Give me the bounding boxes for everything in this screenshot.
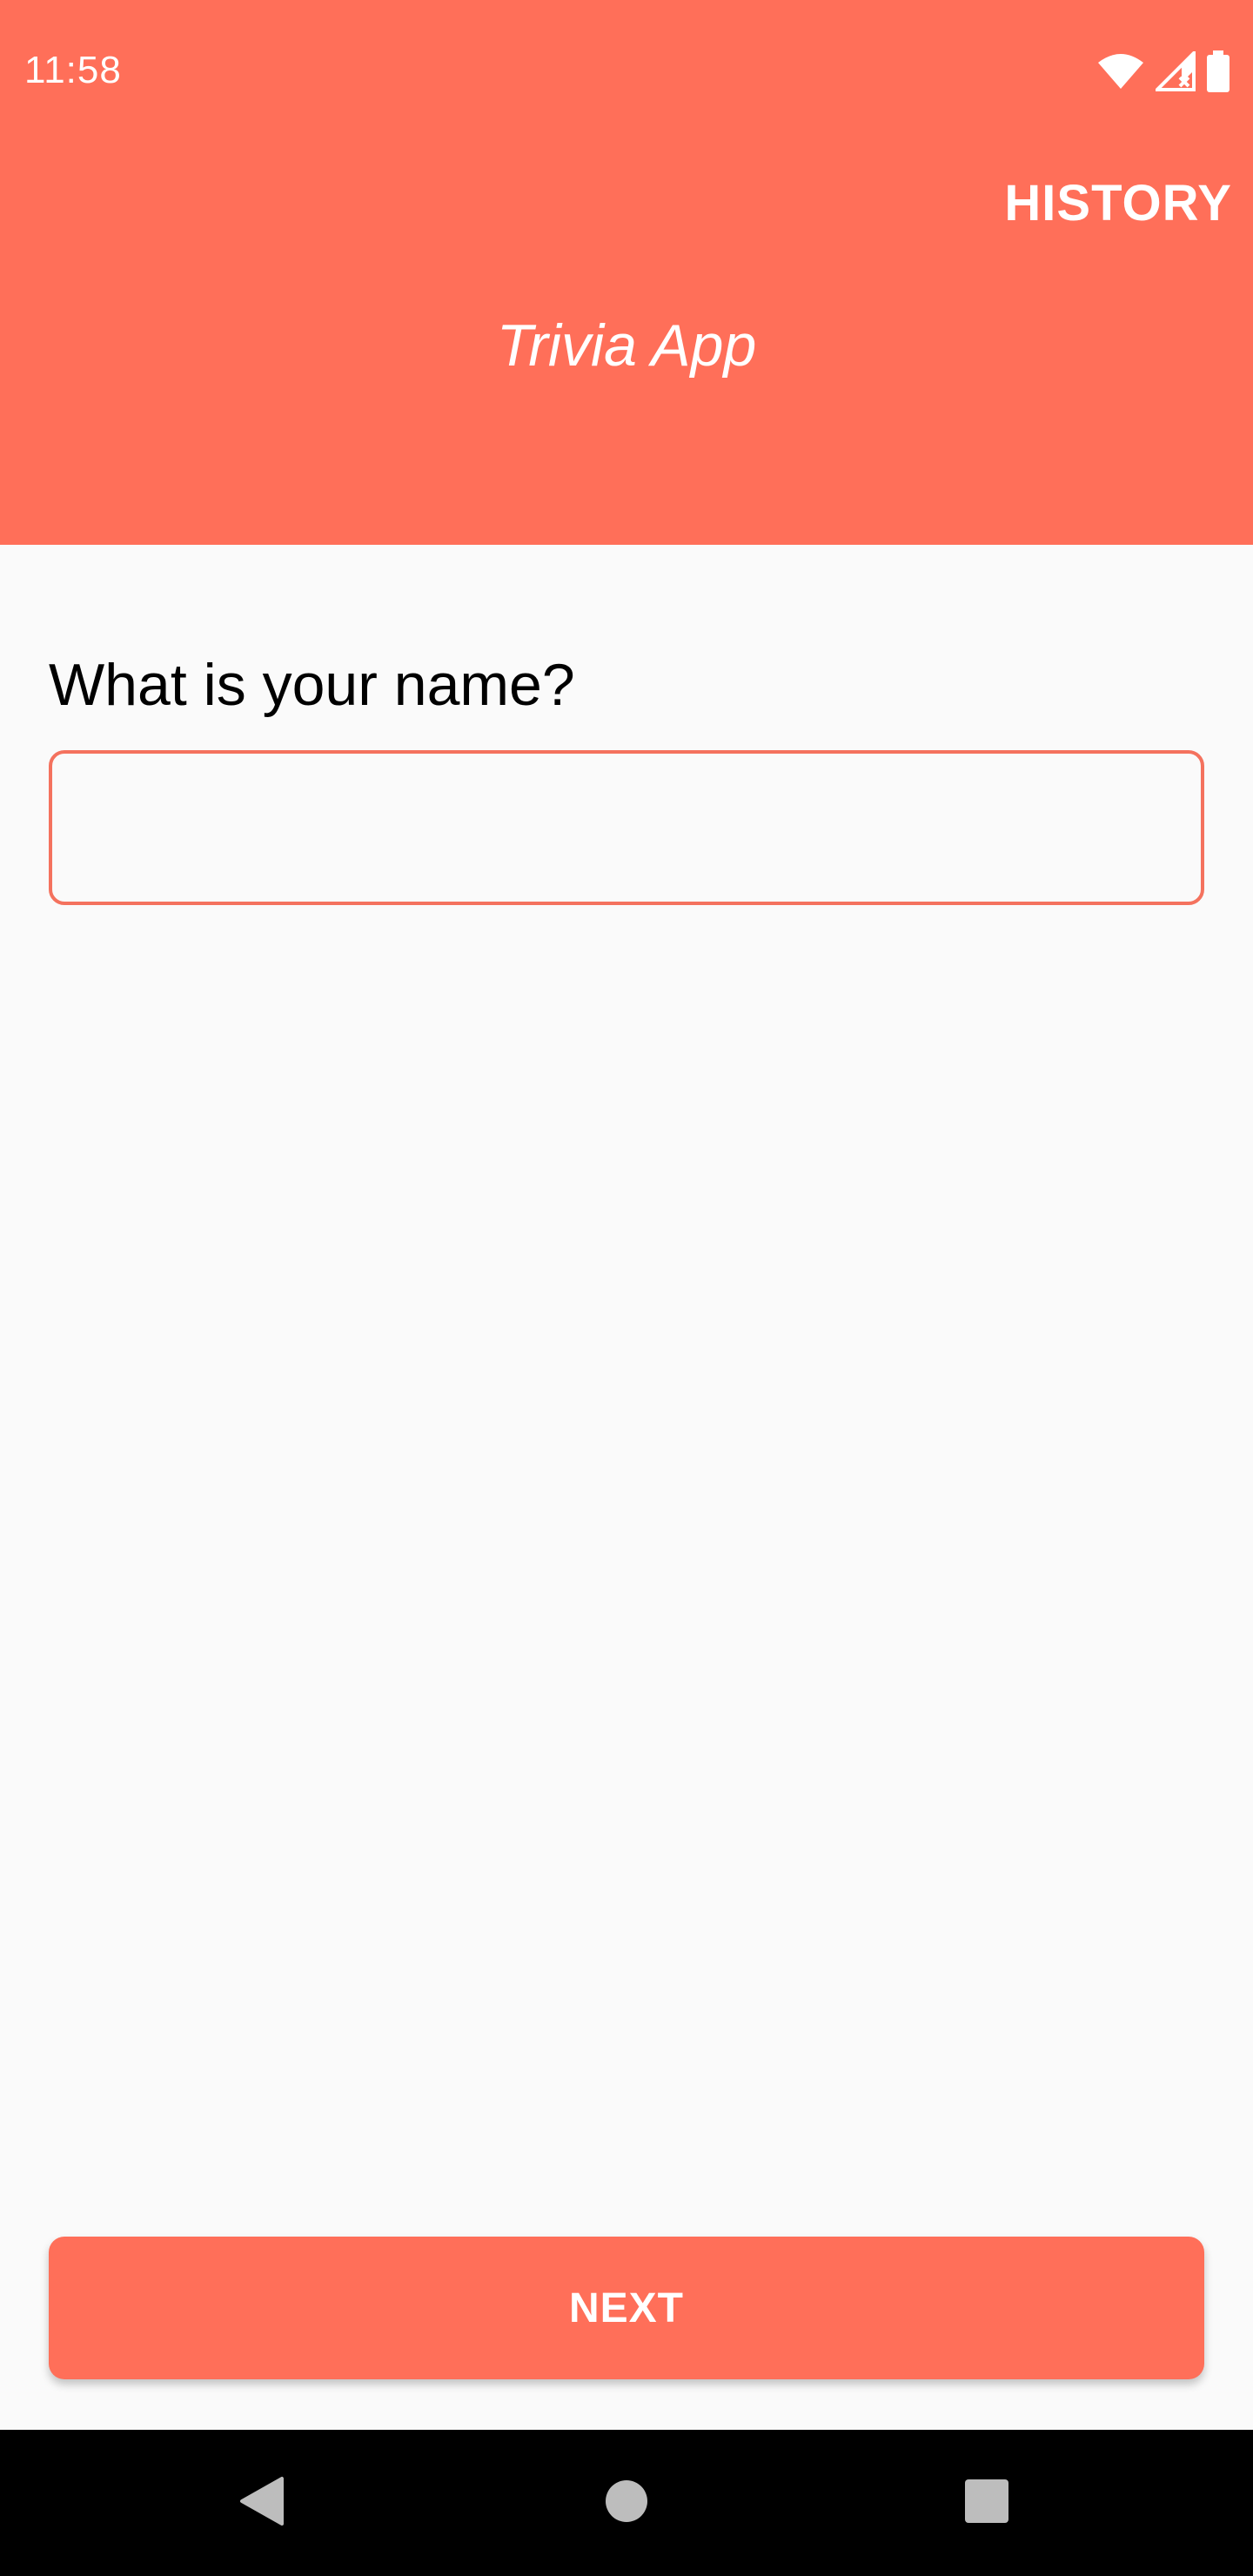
- name-question-label: What is your name?: [49, 652, 575, 718]
- nav-recents-button[interactable]: [900, 2430, 1074, 2576]
- back-icon: [237, 2475, 285, 2532]
- battery-icon: [1206, 50, 1230, 97]
- recents-icon: [964, 2479, 1009, 2528]
- wifi-icon: [1096, 52, 1145, 95]
- history-button[interactable]: HISTORY: [1004, 174, 1232, 232]
- app-title: Trivia App: [496, 312, 757, 379]
- status-time: 11:58: [24, 49, 122, 91]
- system-nav-bar: [0, 2430, 1253, 2576]
- cell-signal-icon: [1153, 48, 1196, 96]
- next-button[interactable]: NEXT: [49, 2237, 1204, 2379]
- home-icon: [604, 2479, 649, 2528]
- app-bar: 11:58 HISTORY Trivia App: [0, 0, 1253, 545]
- nav-back-button[interactable]: [174, 2430, 348, 2576]
- name-input[interactable]: [49, 750, 1204, 905]
- screen: 11:58 HISTORY Trivia App What is your na…: [0, 0, 1253, 2576]
- next-button-label: NEXT: [568, 2284, 684, 2331]
- nav-home-button[interactable]: [539, 2430, 714, 2576]
- status-icons: [1096, 48, 1230, 97]
